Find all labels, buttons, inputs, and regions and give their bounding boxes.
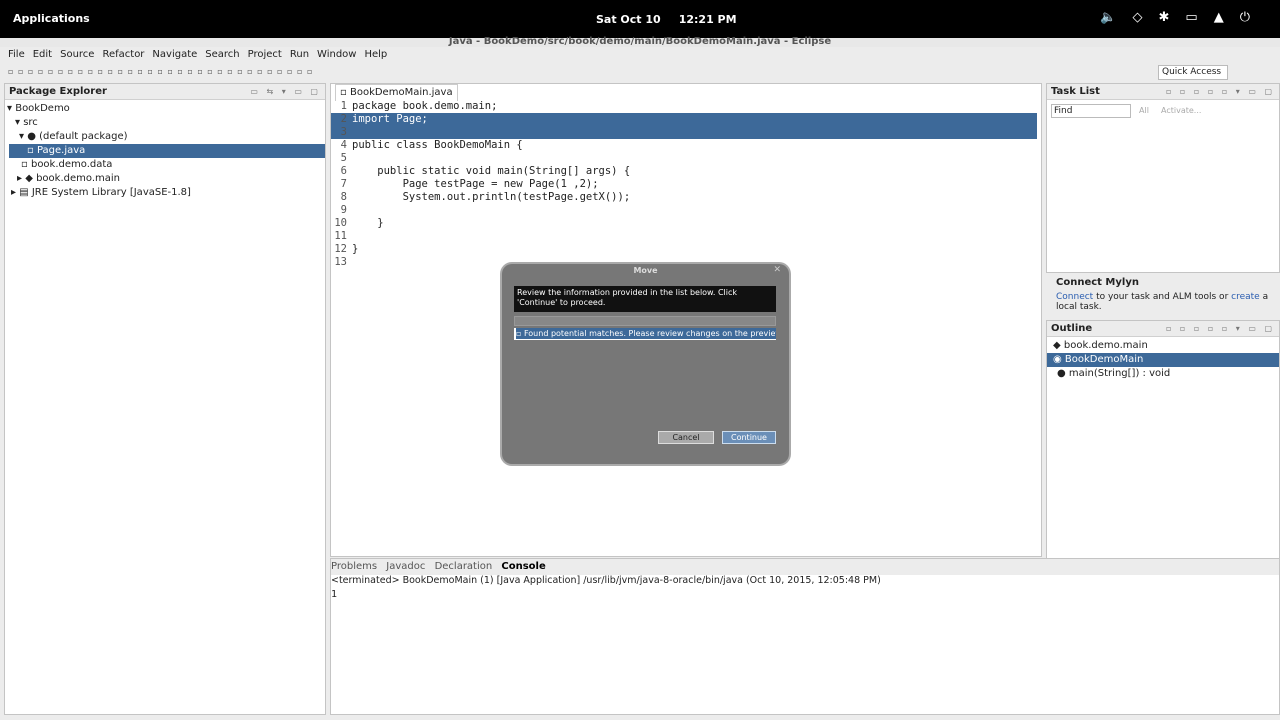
system-top-bar: Applications Sat Oct 10 12:21 PM 🔈 ◇ ✱ ▭ … xyxy=(0,0,1280,38)
code-line: 7 Page testPage = new Page(1 ,2); xyxy=(340,178,599,190)
menu-project[interactable]: Project xyxy=(248,47,282,63)
outline-panel: Outline ▫ ▫ ▫ ▫ ▫ ▾ ▭ ▢ ◆ book.demo.main… xyxy=(1046,320,1280,560)
tab-javadoc[interactable]: Javadoc xyxy=(386,561,425,572)
mylyn-create-link[interactable]: create xyxy=(1231,292,1260,302)
console-status: <terminated> BookDemoMain (1) [Java Appl… xyxy=(331,575,881,586)
code-line: 1 package book.demo.main; xyxy=(340,100,498,112)
power-icon[interactable]: ⏻ xyxy=(1240,10,1250,25)
dialog-title: Move xyxy=(633,266,658,275)
tree-item-book-demo-main[interactable]: ▸ ◆ book.demo.main xyxy=(17,172,120,186)
tab-problems[interactable]: Problems xyxy=(331,561,377,572)
cancel-button[interactable]: Cancel xyxy=(658,431,714,444)
code-line: 10 } xyxy=(334,217,384,229)
console-output: 1 xyxy=(331,589,338,600)
code-line-selected: 2 import Page; xyxy=(331,113,1037,126)
code-line: 4 public class BookDemoMain { xyxy=(340,139,523,151)
connect-mylyn-panel: Connect Mylyn Connect to your task and A… xyxy=(1046,275,1280,318)
system-tray: 🔈 ◇ ✱ ▭ ▲ ⏻ xyxy=(1100,10,1250,25)
continue-button[interactable]: Continue xyxy=(722,431,776,444)
mylyn-text: Connect to your task and ALM tools or cr… xyxy=(1056,292,1269,312)
code-line: 8 System.out.println(testPage.getX()); xyxy=(340,191,631,203)
menu-window[interactable]: Window xyxy=(317,47,356,63)
tab-bookdemomain-java[interactable]: ▫ BookDemoMain.java xyxy=(335,84,458,101)
tree-item-page-java[interactable]: ▫ Page.java xyxy=(9,144,325,158)
dialog-filter-field[interactable] xyxy=(514,316,776,326)
tab-declaration[interactable]: Declaration xyxy=(435,561,493,572)
battery-icon[interactable]: ▭ xyxy=(1185,10,1197,25)
menu-refactor[interactable]: Refactor xyxy=(102,47,144,63)
menu-source[interactable]: Source xyxy=(60,47,94,63)
menu-navigate[interactable]: Navigate xyxy=(152,47,197,63)
code-line-selected: 3 xyxy=(331,126,1037,139)
tree-item-book-demo-data[interactable]: ▫ book.demo.data xyxy=(21,158,112,172)
wifi-icon[interactable]: ◇ xyxy=(1133,10,1143,25)
menu-help[interactable]: Help xyxy=(364,47,387,63)
quick-access-input[interactable]: Quick Access xyxy=(1158,65,1228,80)
console-tabs: Problems Javadoc Declaration Console xyxy=(331,559,1279,575)
mylyn-title: Connect Mylyn xyxy=(1056,277,1139,288)
mylyn-connect-link[interactable]: Connect xyxy=(1056,292,1093,302)
tree-item-project[interactable]: ▾ BookDemo xyxy=(7,102,70,116)
tree-item-default-package[interactable]: ▾ ● (default package) xyxy=(19,130,128,144)
time-label: 12:21 PM xyxy=(678,13,737,26)
clock[interactable]: Sat Oct 10 12:21 PM xyxy=(596,13,755,26)
close-icon[interactable]: ✕ xyxy=(773,265,781,275)
list-item[interactable]: ▫ Found potential matches. Please review… xyxy=(516,328,776,339)
bluetooth-icon[interactable]: ✱ xyxy=(1159,10,1170,25)
task-filter-all[interactable]: All xyxy=(1139,106,1149,115)
menu-edit[interactable]: Edit xyxy=(33,47,52,63)
outline-item-main-method[interactable]: ● main(String[]) : void xyxy=(1057,367,1170,381)
menu-search[interactable]: Search xyxy=(205,47,239,63)
applications-menu[interactable]: Applications xyxy=(13,12,90,25)
package-explorer-title: Package Explorer ▭ ⇆ ▾ ▭ ▢ xyxy=(5,84,325,100)
task-list-panel: Task List ▫ ▫ ▫ ▫ ▫ ▾ ▭ ▢ Find All Activ… xyxy=(1046,83,1280,273)
menu-bar: File Edit Source Refactor Navigate Searc… xyxy=(0,47,1280,63)
code-line: 12} xyxy=(334,243,359,255)
toolbar-icons[interactable]: ▫ ▫ ▫ ▫ ▫ ▫ ▫ ▫ ▫ ▫ ▫ ▫ ▫ ▫ ▫ ▫ ▫ ▫ ▫ ▫ … xyxy=(8,67,313,76)
panel-controls-icon[interactable]: ▫ ▫ ▫ ▫ ▫ ▾ ▭ ▢ xyxy=(1166,321,1275,337)
panel-controls-icon[interactable]: ▭ ⇆ ▾ ▭ ▢ xyxy=(250,84,321,100)
menu-run[interactable]: Run xyxy=(290,47,309,63)
panel-controls-icon[interactable]: ▫ ▫ ▫ ▫ ▫ ▾ ▭ ▢ xyxy=(1166,84,1275,100)
outline-item-package[interactable]: ◆ book.demo.main xyxy=(1053,339,1148,353)
code-line: 9 xyxy=(340,204,347,216)
tree-item-jre-library[interactable]: ▸ ▤ JRE System Library [JavaSE-1.8] xyxy=(11,186,191,200)
task-list-title: Task List ▫ ▫ ▫ ▫ ▫ ▾ ▭ ▢ xyxy=(1047,84,1279,100)
outline-item-class[interactable]: ◉ BookDemoMain xyxy=(1047,353,1279,367)
volume-icon[interactable]: 🔈 xyxy=(1100,10,1116,25)
dialog-message: Review the information provided in the l… xyxy=(514,286,776,312)
notification-icon[interactable]: ▲ xyxy=(1214,10,1224,25)
tab-console[interactable]: Console xyxy=(501,561,545,572)
package-explorer-panel: Package Explorer ▭ ⇆ ▾ ▭ ▢ ▾ BookDemo ▾ … xyxy=(4,83,326,715)
move-dialog: Move ✕ Review the information provided i… xyxy=(502,264,789,464)
toolbar: ▫ ▫ ▫ ▫ ▫ ▫ ▫ ▫ ▫ ▫ ▫ ▫ ▫ ▫ ▫ ▫ ▫ ▫ ▫ ▫ … xyxy=(0,63,1280,81)
outline-title: Outline ▫ ▫ ▫ ▫ ▫ ▾ ▭ ▢ xyxy=(1047,321,1279,337)
date-label: Sat Oct 10 xyxy=(596,13,661,26)
task-activate[interactable]: Activate... xyxy=(1161,106,1201,115)
console-panel: Problems Javadoc Declaration Console <te… xyxy=(330,558,1280,715)
menu-file[interactable]: File xyxy=(8,47,25,63)
code-line: 11 xyxy=(334,230,347,242)
code-line: 5 xyxy=(340,152,347,164)
code-line: 6 public static void main(String[] args)… xyxy=(340,165,631,177)
dialog-match-list[interactable]: ▫ Found potential matches. Please review… xyxy=(514,328,776,340)
task-find-input[interactable]: Find xyxy=(1051,104,1131,118)
tree-item-src[interactable]: ▾ src xyxy=(15,116,38,130)
